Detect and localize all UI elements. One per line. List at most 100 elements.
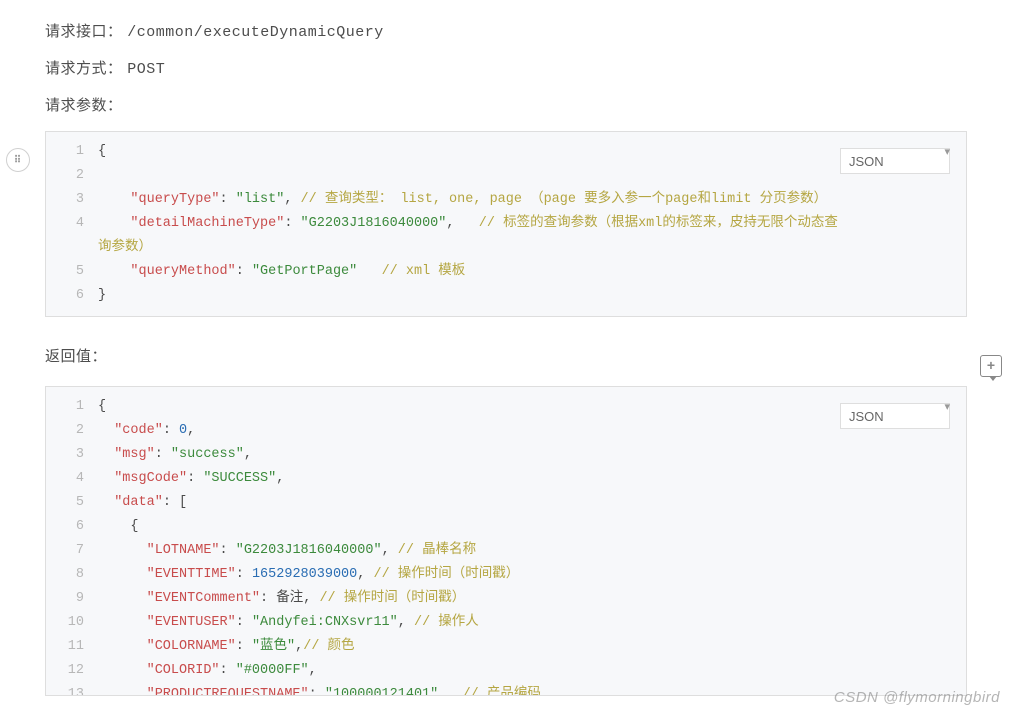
watermark-text: CSDN @flymorningbird	[834, 689, 1000, 706]
code-token: :	[284, 216, 300, 231]
line-number: 4	[54, 212, 98, 260]
code-token	[98, 471, 114, 486]
code-token: // 查询类型： list, one, page （page 要多入参一个pag…	[301, 192, 828, 207]
params-label: 请求参数：	[45, 97, 123, 114]
line-number: 8	[54, 563, 98, 587]
drag-handle-icon[interactable]: ⠿	[6, 148, 30, 172]
code-text: "EVENTUSER": "Andyfei:CNXsvr11", // 操作人	[98, 611, 958, 635]
code-token: "G2203J1816040000"	[301, 216, 447, 231]
code-line: 7 "LOTNAME": "G2203J1816040000", // 晶棒名称	[54, 539, 958, 563]
code-token: :	[309, 687, 325, 696]
code-token: "detailMachineType"	[130, 216, 284, 231]
line-number: 11	[54, 635, 98, 659]
language-select-2[interactable]: JSON	[840, 403, 950, 429]
line-number: 9	[54, 587, 98, 611]
code-token: "EVENTTIME"	[147, 567, 236, 582]
code-token: // 操作人	[414, 615, 479, 630]
code-line: 13 "PRODUCTREQUESTNAME": "100000121401" …	[54, 683, 958, 696]
method-value: POST	[127, 61, 165, 78]
code-token: "COLORID"	[147, 663, 220, 678]
code-line: 3 "queryType": "list", // 查询类型： list, on…	[54, 188, 958, 212]
code-token: // 颜色	[303, 639, 354, 654]
code-token: "100000121401"	[325, 687, 438, 696]
line-number: 1	[54, 395, 98, 419]
line-number: 2	[54, 419, 98, 443]
code-token: "COLORNAME"	[147, 639, 236, 654]
code-token: "SUCCESS"	[203, 471, 276, 486]
code-text: {	[98, 395, 958, 419]
code-token: :	[163, 423, 179, 438]
return-label: 返回值：	[45, 348, 107, 365]
code-text: "PRODUCTREQUESTNAME": "100000121401" // …	[98, 683, 958, 696]
code-text: "data": [	[98, 491, 958, 515]
code-token: :	[155, 447, 171, 462]
code-token	[98, 216, 130, 231]
code-token	[98, 591, 147, 606]
line-number: 5	[54, 260, 98, 284]
code-token: :	[220, 192, 236, 207]
code-token: }	[98, 288, 106, 303]
code-token	[98, 519, 130, 534]
code-token	[438, 687, 462, 696]
code-token: // 操作时间（时间戳）	[319, 591, 465, 606]
code-token: ,	[276, 471, 284, 486]
code-token: : [	[163, 495, 187, 510]
add-comment-icon[interactable]: +	[980, 355, 1002, 377]
code-token	[98, 639, 147, 654]
code-token: // 产品编码	[463, 687, 541, 696]
line-number: 1	[54, 140, 98, 164]
page-root: 请求接口： /common/executeDynamicQuery 请求方式： …	[0, 0, 1012, 712]
line-number: 7	[54, 539, 98, 563]
code-text: "COLORNAME": "蓝色",// 颜色	[98, 635, 958, 659]
line-number: 2	[54, 164, 98, 188]
endpoint-label: 请求接口：	[45, 23, 123, 40]
code-token: "list"	[236, 192, 285, 207]
code-token: "LOTNAME"	[147, 543, 220, 558]
language-select[interactable]: JSON	[840, 148, 950, 174]
code-token: // xml 模板	[382, 264, 466, 279]
code-line: 5 "data": [	[54, 491, 958, 515]
code-token: {	[98, 399, 106, 414]
code-text: "msgCode": "SUCCESS",	[98, 467, 958, 491]
code-line: 6 {	[54, 515, 958, 539]
code-line: 2	[54, 164, 958, 188]
code-text: "queryType": "list", // 查询类型： list, one,…	[98, 188, 958, 212]
method-heading: 请求方式： POST	[45, 57, 967, 78]
code-token: :	[236, 264, 252, 279]
code-token: ,	[244, 447, 252, 462]
code-token: "GetPortPage"	[252, 264, 357, 279]
code-text: "queryMethod": "GetPortPage" // xml 模板	[98, 260, 958, 284]
code-line: 6}	[54, 284, 958, 308]
code-token: "data"	[114, 495, 163, 510]
code-token	[98, 264, 130, 279]
code-token: :	[236, 639, 252, 654]
code-token: 1652928039000	[252, 567, 357, 582]
return-heading: 返回值：	[45, 345, 967, 366]
code-token: "PRODUCTREQUESTNAME"	[147, 687, 309, 696]
code-token	[98, 663, 147, 678]
code-text: "COLORID": "#0000FF",	[98, 659, 958, 683]
code-text: {	[98, 140, 958, 164]
code-token: "msgCode"	[114, 471, 187, 486]
code-line: 10 "EVENTUSER": "Andyfei:CNXsvr11", // 操…	[54, 611, 958, 635]
code-token: :	[236, 567, 252, 582]
code-token: :	[220, 543, 236, 558]
code-line: 11 "COLORNAME": "蓝色",// 颜色	[54, 635, 958, 659]
code-token: 0	[179, 423, 187, 438]
code-token: :	[220, 663, 236, 678]
code-token	[98, 615, 147, 630]
code-token: // 晶棒名称	[398, 543, 476, 558]
response-code-block: JSON 1{2 "code": 0,3 "msg": "success",4 …	[45, 386, 967, 696]
code-token: "蓝色"	[252, 639, 295, 654]
request-code-block: JSON 1{23 "queryType": "list", // 查询类型： …	[45, 131, 967, 317]
code-token: ,	[187, 423, 195, 438]
code-text: "LOTNAME": "G2203J1816040000", // 晶棒名称	[98, 539, 958, 563]
endpoint-heading: 请求接口： /common/executeDynamicQuery	[45, 20, 967, 41]
code-token: "queryMethod"	[130, 264, 235, 279]
code-line: 4 "msgCode": "SUCCESS",	[54, 467, 958, 491]
code-token: ,	[284, 192, 300, 207]
code-token: "success"	[171, 447, 244, 462]
code-line: 12 "COLORID": "#0000FF",	[54, 659, 958, 683]
line-number: 4	[54, 467, 98, 491]
code-token: :	[187, 471, 203, 486]
